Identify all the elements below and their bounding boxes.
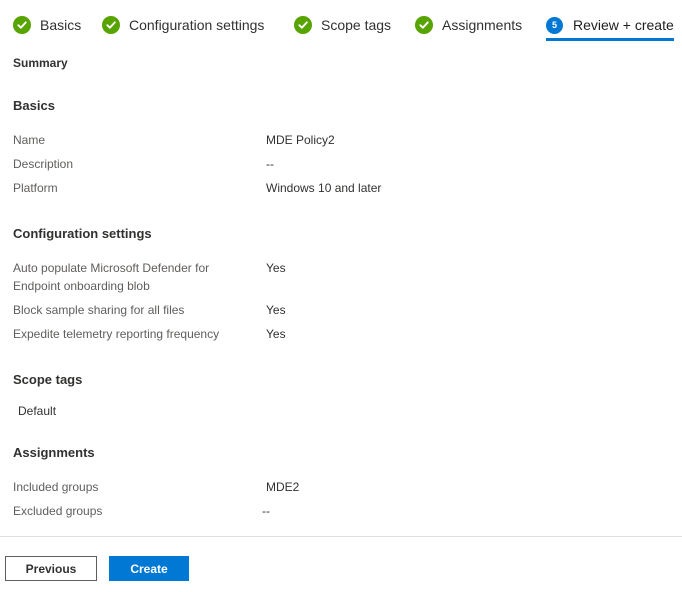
step-assignments[interactable]: Assignments <box>415 13 522 37</box>
checkmark-circle-icon <box>415 16 433 34</box>
assignments-heading: Assignments <box>13 445 95 460</box>
footer-divider <box>0 536 682 537</box>
excluded-groups-value: -- <box>262 504 270 518</box>
checkmark-circle-icon <box>294 16 312 34</box>
checkmark-circle-icon <box>102 16 120 34</box>
excluded-groups-label: Excluded groups <box>13 504 103 518</box>
step-label: Configuration settings <box>129 17 265 33</box>
description-label: Description <box>13 157 74 171</box>
checkmark-circle-icon <box>13 16 31 34</box>
step-label: Assignments <box>442 17 523 33</box>
block-sample-sharing-label: Block sample sharing for all files <box>13 303 185 317</box>
scope-tags-heading: Scope tags <box>13 372 83 387</box>
step-label: Review + create <box>573 17 674 33</box>
create-button[interactable]: Create <box>109 556 189 581</box>
expedite-telemetry-value: Yes <box>266 327 286 341</box>
auto-populate-value: Yes <box>266 261 286 275</box>
step-basics[interactable]: Basics <box>13 13 81 37</box>
included-groups-value: MDE2 <box>266 480 300 494</box>
review-create-page: Basics Configuration settings Scope tags… <box>0 0 682 592</box>
auto-populate-label-line2: Endpoint onboarding blob <box>13 279 150 293</box>
platform-value: Windows 10 and later <box>266 181 382 195</box>
wizard-steps: Basics Configuration settings Scope tags… <box>0 0 682 46</box>
step-label: Basics <box>40 17 82 33</box>
active-step-underline <box>546 38 674 41</box>
step-label: Scope tags <box>321 17 392 33</box>
included-groups-label: Included groups <box>13 480 99 494</box>
step-number-icon: 5 <box>546 16 563 34</box>
name-value: MDE Policy2 <box>266 133 335 147</box>
step-scope-tags[interactable]: Scope tags <box>294 13 391 37</box>
scope-tag-value: Default <box>18 404 57 418</box>
block-sample-sharing-value: Yes <box>266 303 286 317</box>
description-value: -- <box>266 157 274 171</box>
summary-title: Summary <box>13 56 68 70</box>
configuration-heading: Configuration settings <box>13 226 152 241</box>
step-configuration-settings[interactable]: Configuration settings <box>102 13 264 37</box>
platform-label: Platform <box>13 181 58 195</box>
name-label: Name <box>13 133 46 147</box>
previous-button[interactable]: Previous <box>5 556 97 581</box>
expedite-telemetry-label: Expedite telemetry reporting frequency <box>13 327 220 341</box>
auto-populate-label-line1: Auto populate Microsoft Defender for <box>13 261 210 275</box>
step-review-create[interactable]: 5 Review + create <box>546 13 674 37</box>
basics-heading: Basics <box>13 98 55 113</box>
